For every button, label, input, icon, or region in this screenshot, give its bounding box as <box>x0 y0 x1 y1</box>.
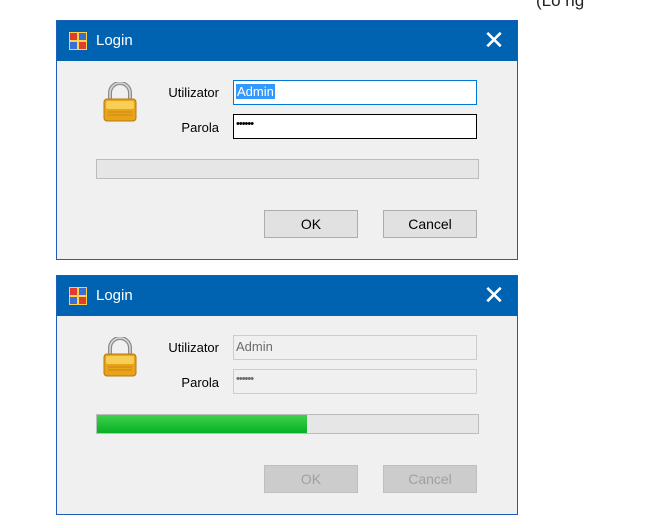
close-icon[interactable]: ✕ <box>471 21 517 61</box>
username-value: Admin <box>236 84 275 99</box>
login-dialog-loading: Login ✕ Utilizator Admin Parola •••••• O… <box>56 275 518 515</box>
login-dialog-active: Login ✕ Utilizator Admin Parola •••••• O… <box>56 20 518 260</box>
title-bar[interactable]: Login ✕ <box>57 276 517 316</box>
app-icon <box>69 287 87 305</box>
ok-button: OK <box>264 465 358 493</box>
window-title: Login <box>96 32 133 49</box>
username-value: Admin <box>236 339 273 354</box>
username-label: Utilizator <box>168 340 219 355</box>
password-mask: •••••• <box>236 373 254 385</box>
close-icon[interactable]: ✕ <box>471 276 517 316</box>
password-input[interactable]: •••••• <box>233 114 477 139</box>
app-icon <box>69 32 87 50</box>
username-input: Admin <box>233 335 477 360</box>
password-label: Parola <box>181 375 219 390</box>
progress-fill <box>97 415 307 433</box>
padlock-icon <box>103 82 137 122</box>
background-partial-text: (Lo ng <box>536 0 585 10</box>
title-bar[interactable]: Login ✕ <box>57 21 517 61</box>
progress-bar <box>96 159 479 179</box>
ok-button[interactable]: OK <box>264 210 358 238</box>
password-input: •••••• <box>233 369 477 394</box>
padlock-icon <box>103 337 137 377</box>
username-input[interactable]: Admin <box>233 80 477 105</box>
progress-bar <box>96 414 479 434</box>
password-mask: •••••• <box>236 118 254 130</box>
password-label: Parola <box>181 120 219 135</box>
username-label: Utilizator <box>168 85 219 100</box>
cancel-button: Cancel <box>383 465 477 493</box>
window-title: Login <box>96 287 133 304</box>
cancel-button[interactable]: Cancel <box>383 210 477 238</box>
